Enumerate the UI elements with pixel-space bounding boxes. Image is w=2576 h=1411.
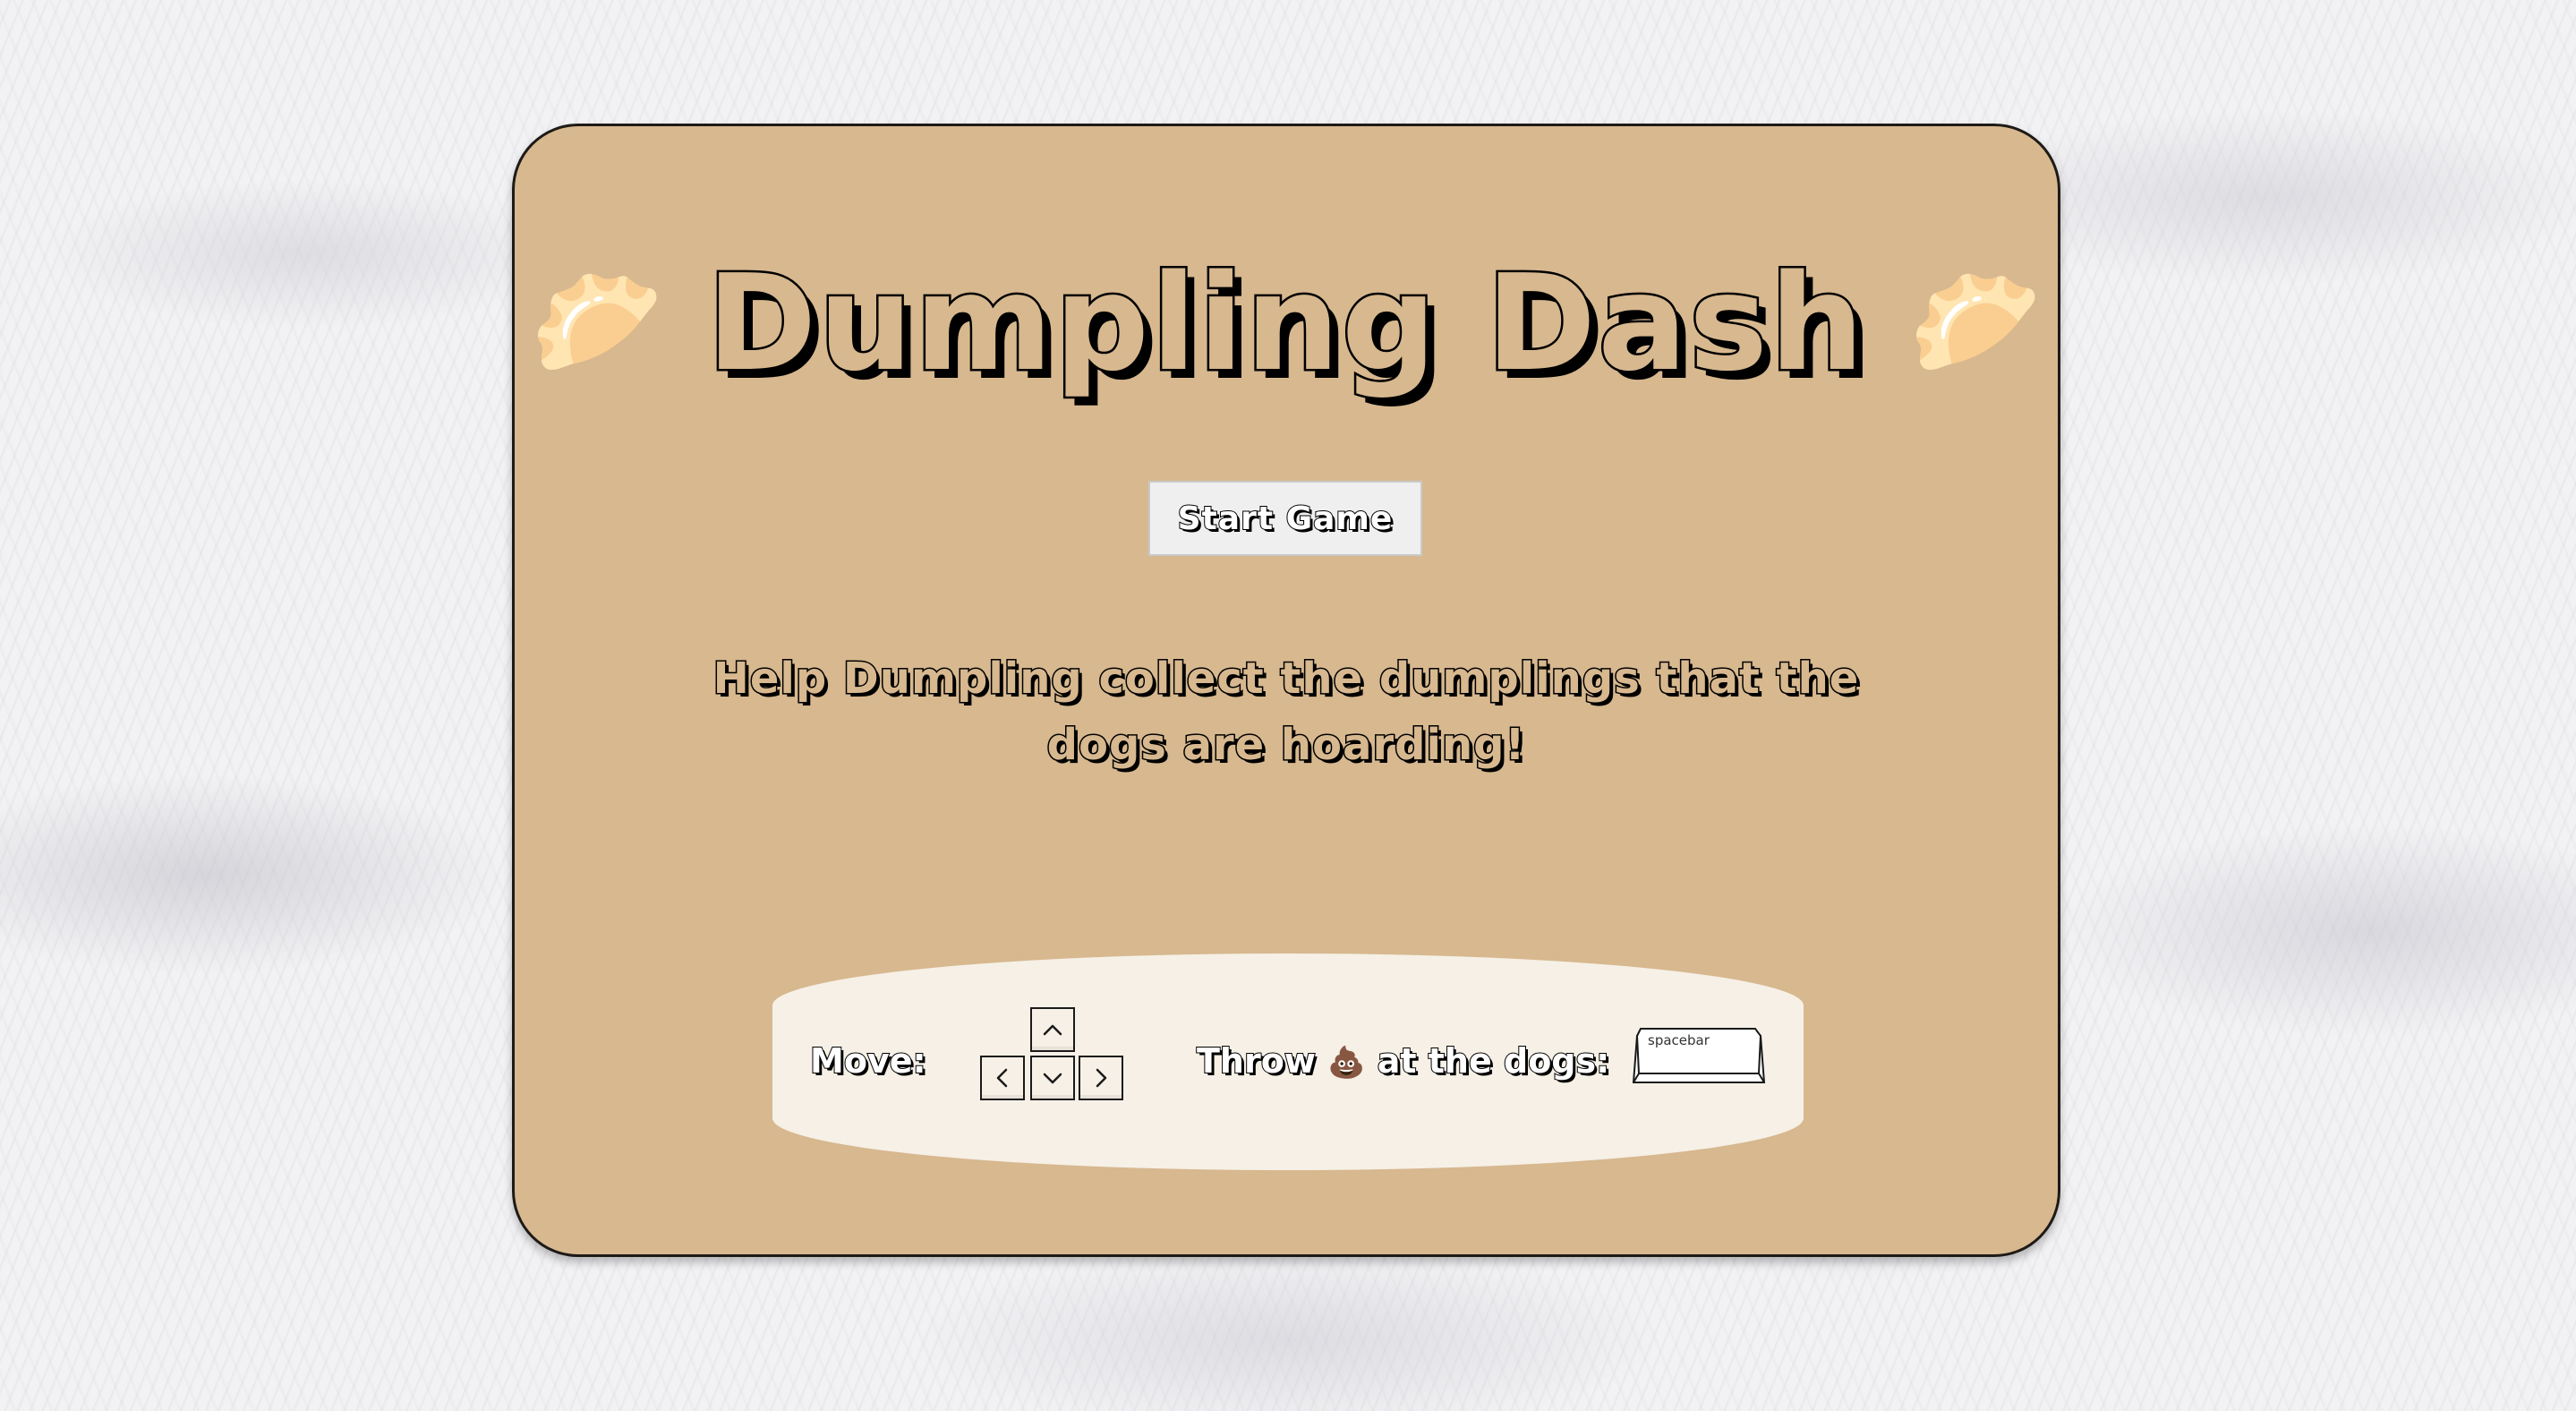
throw-label-prefix: Throw xyxy=(1196,1040,1328,1082)
throw-label: Throw 💩 at the dogs: xyxy=(1196,1040,1611,1082)
arrow-right-key-icon xyxy=(1079,1056,1123,1100)
arrow-left-key-icon xyxy=(980,1056,1025,1100)
arrow-up-key-icon xyxy=(1030,1007,1075,1052)
start-game-button[interactable]: Start Game xyxy=(1148,481,1422,556)
controls-panel: Move: Throw 💩 at the dogs: spacebar xyxy=(772,953,1804,1170)
poop-icon: 💩 xyxy=(1327,1045,1366,1081)
dumpling-icon: 🥟 xyxy=(530,261,664,385)
arrow-down-key-icon xyxy=(1030,1056,1075,1100)
game-title: Dumpling Dash xyxy=(704,244,1866,403)
game-tagline: Help Dumpling collect the dumplings that… xyxy=(712,653,1860,772)
spacebar-key-icon: spacebar xyxy=(1632,1025,1766,1086)
dumpling-icon: 🥟 xyxy=(1908,261,2043,385)
game-card: 🥟 Dumpling Dash 🥟 Start Game Help Dumpli… xyxy=(512,124,2060,1257)
spacebar-label: spacebar xyxy=(1648,1032,1710,1048)
move-label: Move: xyxy=(809,1040,927,1082)
throw-label-suffix: at the dogs: xyxy=(1365,1040,1611,1082)
title-row: 🥟 Dumpling Dash 🥟 xyxy=(515,234,2058,413)
